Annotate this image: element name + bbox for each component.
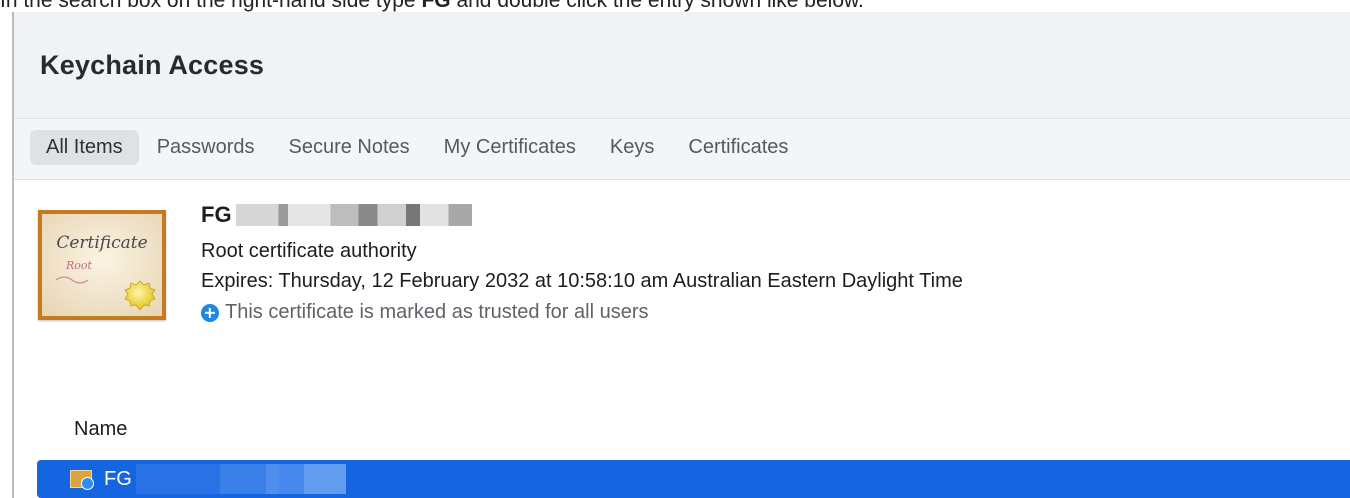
trust-status-text: This certificate is marked as trusted fo… — [225, 301, 649, 323]
certificate-details: Certificate Root FG Root certificate aut… — [14, 180, 1350, 380]
certificate-name-text: FG — [201, 202, 232, 227]
redacted-region — [135, 464, 346, 494]
category-tabs: All Items Passwords Secure Notes My Cert… — [30, 130, 806, 165]
certificate-type: Root certificate authority — [201, 240, 417, 262]
row-name: FG — [104, 464, 346, 494]
table-row[interactable]: FG — [37, 460, 1350, 498]
certificate-name: FG — [201, 202, 472, 228]
name-column-header[interactable]: Name — [74, 418, 127, 441]
instruction-keyword: FG — [421, 0, 451, 12]
tab-my-certificates[interactable]: My Certificates — [428, 130, 592, 165]
instruction-suffix: and double click the entry shown like be… — [450, 0, 864, 12]
app-title: Keychain Access — [40, 50, 265, 80]
instruction-prefix: In the search box on the right-hand side… — [0, 0, 422, 12]
certificate-expiry: Expires: Thursday, 12 February 2032 at 1… — [201, 270, 963, 292]
row-name-text: FG — [104, 467, 132, 490]
instruction-text: In the search box on the right-hand side… — [0, 0, 1350, 12]
tab-keys[interactable]: Keys — [594, 130, 670, 165]
certificate-small-icon — [70, 470, 94, 490]
certificate-icon-title: Certificate — [56, 233, 147, 253]
redacted-region — [235, 204, 472, 226]
tab-certificates[interactable]: Certificates — [672, 130, 804, 165]
plus-circle-icon — [201, 303, 219, 322]
keychain-window: Keychain Access All Items Passwords Secu… — [12, 12, 1350, 498]
tab-all-items[interactable]: All Items — [30, 130, 139, 165]
certificate-icon-subtitle: Root — [65, 259, 93, 272]
certificate-trust-status: This certificate is marked as trusted fo… — [201, 301, 648, 324]
tab-secure-notes[interactable]: Secure Notes — [273, 130, 426, 165]
category-tab-bar: All Items Passwords Secure Notes My Cert… — [14, 119, 1350, 180]
title-bar: Keychain Access — [14, 12, 1350, 119]
tab-passwords[interactable]: Passwords — [141, 130, 271, 165]
certificate-icon: Certificate Root — [38, 210, 166, 320]
